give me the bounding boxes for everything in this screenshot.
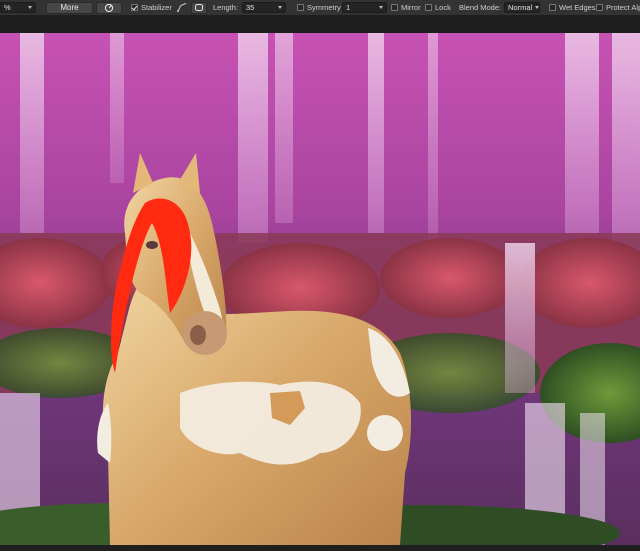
more-label: More (60, 3, 79, 12)
lock-toggle[interactable]: Lock (425, 0, 451, 15)
symmetry-toggle[interactable]: Symmetry (297, 0, 341, 15)
wet-edges-checkbox[interactable] (549, 4, 556, 11)
blend-mode-label-wrap: Blend Mode: (459, 0, 501, 15)
opacity-field-wrap: % (0, 0, 36, 15)
wet-edges-toggle[interactable]: Wet Edges (549, 0, 596, 15)
mirror-label: Mirror (401, 3, 421, 12)
lock-label: Lock (435, 3, 451, 12)
length-label-wrap: Length: (213, 0, 238, 15)
blend-mode-value: Normal (508, 3, 533, 12)
mirror-checkbox[interactable] (391, 4, 398, 11)
window-mode-icon (195, 4, 203, 11)
blend-mode-select[interactable]: Normal (504, 2, 540, 13)
context-toolbar: % More Stabilizer Length: 35 Symmetry 1 … (0, 0, 640, 15)
symmetry-checkbox[interactable] (297, 4, 304, 11)
wet-edges-label: Wet Edges (559, 3, 596, 12)
symmetry-label: Symmetry (307, 3, 341, 12)
status-bar (0, 545, 640, 551)
lock-checkbox[interactable] (425, 4, 432, 11)
chevron-down-icon (379, 6, 383, 9)
chevron-down-icon (535, 6, 540, 9)
symmetry-count-field[interactable]: 1 (342, 2, 387, 13)
toolbar-separator (0, 15, 640, 33)
blend-mode-label: Blend Mode: (459, 3, 502, 12)
symmetry-count-value: 1 (346, 3, 351, 12)
rope-mode-icon[interactable] (176, 2, 188, 13)
chevron-down-icon (28, 6, 32, 9)
symmetry-field-wrap: 1 (342, 0, 387, 15)
window-mode-wrap (191, 0, 207, 15)
blend-mode-wrap: Normal (504, 0, 540, 15)
mirror-toggle[interactable]: Mirror (391, 0, 421, 15)
artwork (0, 33, 640, 545)
opacity-field[interactable]: % (0, 2, 36, 13)
stabilizer-label: Stabilizer (141, 3, 172, 12)
protect-alpha-checkbox[interactable] (596, 4, 603, 11)
chevron-down-icon (278, 6, 282, 9)
length-field[interactable]: 35 (242, 2, 286, 13)
brush-options-button[interactable] (96, 1, 122, 14)
stabilizer-checkbox[interactable] (131, 4, 138, 11)
document-canvas[interactable] (0, 33, 640, 545)
length-label: Length: (213, 3, 239, 12)
length-value: 35 (246, 3, 255, 12)
rope-mode-wrap (176, 0, 188, 15)
stabilizer-toggle[interactable]: Stabilizer (131, 0, 172, 15)
window-mode-button[interactable] (191, 1, 207, 14)
protect-alpha-label: Protect Alph (606, 3, 640, 12)
brush-options-wrap (96, 0, 122, 15)
opacity-value: % (4, 3, 11, 12)
more-button-wrap: More (46, 0, 93, 15)
brush-dial-icon (104, 3, 114, 12)
length-field-wrap: 35 (242, 0, 286, 15)
more-button[interactable]: More (46, 1, 93, 14)
protect-alpha-toggle[interactable]: Protect Alph (596, 0, 640, 15)
